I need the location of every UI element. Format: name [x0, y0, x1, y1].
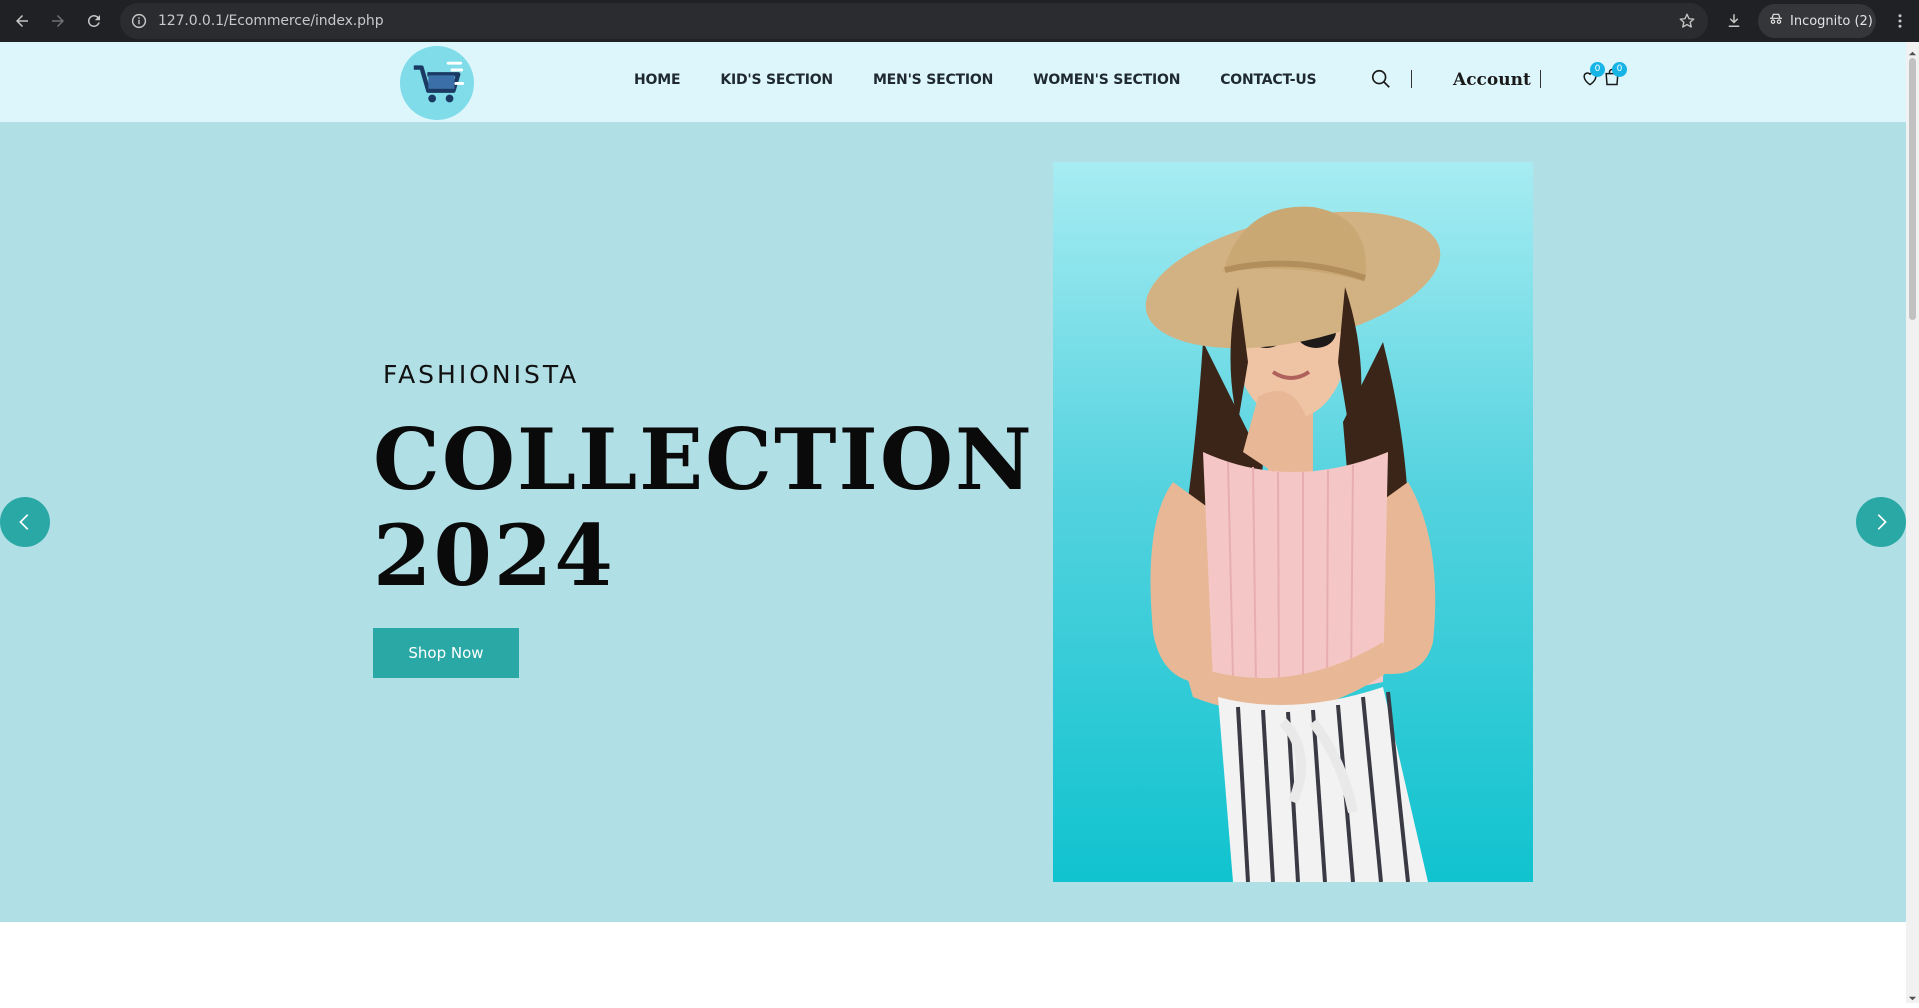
chevron-left-icon[interactable] — [0, 497, 50, 547]
menu-kebab-icon[interactable] — [1889, 9, 1911, 33]
shopping-bag-icon[interactable]: 0 — [1602, 62, 1627, 91]
hero-slider: FASHIONISTA COLLECTION 2024 Shop Now — [0, 122, 1906, 922]
wishlist-heart-icon[interactable]: 0 — [1580, 62, 1605, 92]
shopping-cart-icon[interactable] — [400, 46, 474, 120]
hero-title-line2: 2024 — [373, 506, 615, 605]
cart-count-badge: 0 — [1612, 62, 1627, 77]
reload-icon[interactable] — [82, 9, 106, 33]
divider — [1540, 70, 1541, 88]
chevron-right-icon[interactable] — [1856, 497, 1906, 547]
download-icon[interactable] — [1722, 9, 1746, 33]
site-info-icon[interactable] — [130, 12, 148, 30]
main-nav: HOME KID'S SECTION MEN'S SECTION WOMEN'S… — [634, 72, 1356, 88]
incognito-label: Incognito (2) — [1790, 13, 1873, 29]
page-scrollbar[interactable] — [1906, 42, 1919, 1003]
hero-eyebrow: FASHIONISTA — [383, 360, 580, 389]
nav-home[interactable]: HOME — [634, 72, 681, 88]
nav-womens-section[interactable]: WOMEN'S SECTION — [1033, 72, 1180, 88]
forward-icon[interactable] — [46, 9, 70, 33]
browser-toolbar: 127.0.0.1/Ecommerce/index.php Incognito … — [0, 0, 1919, 42]
nav-kids-section[interactable]: KID'S SECTION — [720, 72, 833, 88]
incognito-icon — [1768, 11, 1784, 31]
scroll-down-icon[interactable] — [1908, 990, 1917, 1001]
search-icon[interactable] — [1370, 68, 1394, 92]
scroll-up-icon[interactable] — [1908, 45, 1917, 56]
bookmark-star-icon[interactable] — [1678, 12, 1696, 30]
shop-now-button[interactable]: Shop Now — [373, 628, 519, 678]
url-text[interactable]: 127.0.0.1/Ecommerce/index.php — [158, 13, 384, 29]
nav-mens-section[interactable]: MEN'S SECTION — [873, 72, 993, 88]
incognito-indicator[interactable]: Incognito (2) — [1758, 4, 1876, 38]
hero-title-line1: COLLECTION — [373, 410, 1034, 509]
back-icon[interactable] — [10, 9, 34, 33]
hero-title: COLLECTION 2024 — [373, 410, 1034, 605]
account-link[interactable]: Account — [1453, 70, 1531, 90]
scrollbar-thumb[interactable] — [1909, 58, 1916, 320]
hero-model-photo — [1053, 162, 1533, 882]
site-header: HOME KID'S SECTION MEN'S SECTION WOMEN'S… — [0, 42, 1906, 122]
divider — [1411, 70, 1412, 88]
address-bar[interactable]: 127.0.0.1/Ecommerce/index.php — [120, 3, 1708, 39]
nav-contact-us[interactable]: CONTACT-US — [1220, 72, 1316, 88]
